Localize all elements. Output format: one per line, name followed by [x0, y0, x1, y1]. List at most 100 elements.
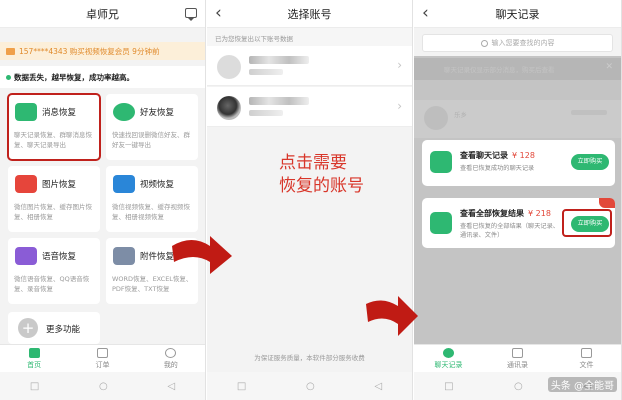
- watermark: 头条 @全能哥: [547, 377, 617, 392]
- search-icon: [480, 39, 488, 47]
- card-friend-recovery[interactable]: 好友恢复 快速找回误删微信好友、群好友一键导出: [106, 94, 198, 160]
- select-header: ‹ 选择账号: [207, 0, 412, 28]
- home-header: 卓师兄: [0, 0, 205, 28]
- buy-button-highlight: [562, 209, 612, 237]
- card-desc: 聊天记录恢复、群聊消息恢复、聊天记录导出: [14, 131, 92, 149]
- slogan-row: 数据丢失，越早恢复，成功率越高。: [0, 66, 205, 88]
- card-desc: 微信视频恢复、缓存视频恢复、相册视频恢复: [112, 203, 190, 221]
- card-desc: WORD恢复、EXCEL恢复、PDF恢复、TXT恢复: [112, 275, 193, 293]
- offer-title: 查看聊天记录 ¥ 128: [460, 151, 535, 160]
- avatar: [217, 55, 241, 79]
- bottom-tabbar: 首页 订单 我的: [0, 344, 205, 372]
- tab-files[interactable]: 文件: [552, 345, 621, 372]
- chats-header: ‹ 聊天记录: [414, 0, 621, 28]
- search-placeholder: 输入您要查找的内容: [491, 39, 555, 47]
- card-title: 语音恢复: [42, 252, 77, 262]
- contacts-icon: [512, 347, 523, 358]
- tab-label: 聊天记录: [434, 360, 463, 369]
- card-title: 附件恢复: [140, 252, 175, 262]
- chat-icon: [430, 151, 452, 173]
- card-title: 好友恢复: [140, 108, 175, 118]
- offer-desc: 查看已恢复的全部结果（聊天记录、通讯录、文件）: [460, 223, 559, 239]
- file-icon: [581, 347, 592, 358]
- chats-title: 聊天记录: [495, 7, 540, 21]
- tab-label: 订单: [95, 360, 110, 369]
- blurred-id: [249, 110, 283, 116]
- screenshot-composite: 卓师兄 157****4343 购买视频恢复会员 9分钟前 数据丢失，越早恢复，…: [0, 0, 622, 400]
- card-title: 消息恢复: [42, 108, 77, 118]
- app-title: 卓师兄: [86, 7, 119, 21]
- slogan-text: 数据丢失，越早恢复，成功率越高。: [14, 72, 134, 82]
- feature-grid: 消息恢复 聊天记录恢复、群聊消息恢复、聊天记录导出 好友恢复 快速找回误删微信好…: [0, 88, 205, 344]
- back-icon[interactable]: ‹: [422, 3, 429, 23]
- buy-button[interactable]: 立即购买: [571, 154, 609, 170]
- card-message-recovery[interactable]: 消息恢复 聊天记录恢复、群聊消息恢复、聊天记录导出: [7, 93, 101, 161]
- notice-text: 157****4343 购买视频恢复会员 9分钟前: [19, 46, 160, 56]
- purchase-notice: 157****4343 购买视频恢复会员 9分钟前: [0, 42, 205, 60]
- dot-icon: [6, 74, 11, 80]
- card-voice-recovery[interactable]: 语音恢复 微信语音恢复、QQ语音恢复、录音恢复: [8, 238, 100, 304]
- card-desc: 微信图片恢复、缓存图片恢复、相册恢复: [14, 203, 92, 221]
- chevron-right-icon: ›: [397, 99, 402, 113]
- red-arrow-icon: [366, 296, 418, 336]
- annotation-line: 点击需要: [279, 153, 347, 173]
- select-subtitle: 已为您恢复出以下账号数据: [207, 28, 412, 46]
- offer-desc: 查看已恢复成功的聊天记录: [460, 165, 535, 172]
- card-title: 图片恢复: [42, 180, 77, 190]
- grid-icon: [430, 212, 452, 234]
- card-title: 视频恢复: [140, 180, 175, 190]
- user-icon: [443, 347, 454, 358]
- annotation-text: 点击需要 恢复的账号: [279, 152, 364, 198]
- video-icon: [113, 175, 135, 193]
- image-icon: [15, 175, 37, 193]
- tab-label: 文件: [579, 360, 594, 369]
- home-circle-icon[interactable]: ○: [99, 381, 108, 392]
- search-input[interactable]: 输入您要查找的内容: [422, 34, 613, 52]
- speaker-icon: [6, 47, 15, 55]
- tab-label: 首页: [27, 360, 42, 369]
- card-image-recovery[interactable]: 图片恢复 微信图片恢复、缓存图片恢复、相册恢复: [8, 166, 100, 232]
- tab-mine[interactable]: 我的: [137, 345, 205, 372]
- back-triangle-icon[interactable]: ◁: [374, 381, 382, 392]
- offer-title: 查看全部恢复结果 ¥ 218: [460, 209, 551, 218]
- home-circle-icon[interactable]: ○: [514, 381, 523, 392]
- more-features-button[interactable]: + 更多功能: [8, 312, 100, 344]
- tab-home[interactable]: 首页: [0, 345, 68, 372]
- back-icon[interactable]: ‹: [215, 3, 222, 23]
- recent-apps-icon[interactable]: □: [237, 381, 246, 392]
- card-video-recovery[interactable]: 视频恢复 微信视频恢复、缓存视频恢复、相册视频恢复: [106, 166, 198, 232]
- select-title: 选择账号: [287, 7, 332, 21]
- account-item[interactable]: ›: [207, 87, 412, 127]
- card-desc: 微信语音恢复、QQ语音恢复、录音恢复: [14, 275, 90, 293]
- recent-apps-icon[interactable]: □: [30, 381, 39, 392]
- bottom-tabbar: 聊天记录 通讯录 文件: [414, 344, 621, 372]
- friend-icon: [113, 103, 135, 121]
- offer-chat-records: 查看聊天记录 ¥ 128 查看已恢复成功的聊天记录 立即购买: [422, 140, 615, 186]
- home-icon: [28, 347, 40, 358]
- account-item[interactable]: ›: [207, 46, 412, 86]
- home-screen: 卓师兄 157****4343 购买视频恢复会员 9分钟前 数据丢失，越早恢复，…: [0, 0, 206, 400]
- user-icon: [165, 347, 177, 358]
- offer-price: ¥ 218: [528, 209, 551, 218]
- order-icon: [96, 347, 108, 358]
- chevron-right-icon: ›: [397, 58, 402, 72]
- home-circle-icon[interactable]: ○: [306, 381, 315, 392]
- message-icon[interactable]: [185, 8, 197, 21]
- blurred-name: [249, 97, 309, 105]
- tab-label: 通讯录: [507, 360, 528, 369]
- system-nav-bar: □ ○ ◁: [0, 372, 205, 400]
- service-footer: 为保证服务质量，本软件部分服务收费: [254, 354, 365, 362]
- tab-contacts[interactable]: 通讯录: [483, 345, 552, 372]
- card-desc: 快速找回误删微信好友、群好友一键导出: [112, 131, 190, 149]
- blurred-name: [249, 56, 309, 64]
- more-label: 更多功能: [46, 325, 81, 335]
- tab-orders[interactable]: 订单: [68, 345, 136, 372]
- tab-chat-records[interactable]: 聊天记录: [414, 345, 483, 372]
- system-nav-bar: □ ○ ◁: [207, 372, 412, 400]
- tab-label: 我的: [163, 360, 178, 369]
- annotation-line: 恢复的账号: [279, 176, 364, 196]
- recent-apps-icon[interactable]: □: [444, 381, 453, 392]
- back-triangle-icon[interactable]: ◁: [167, 381, 175, 392]
- plus-icon: +: [18, 318, 38, 338]
- voice-icon: [15, 247, 37, 265]
